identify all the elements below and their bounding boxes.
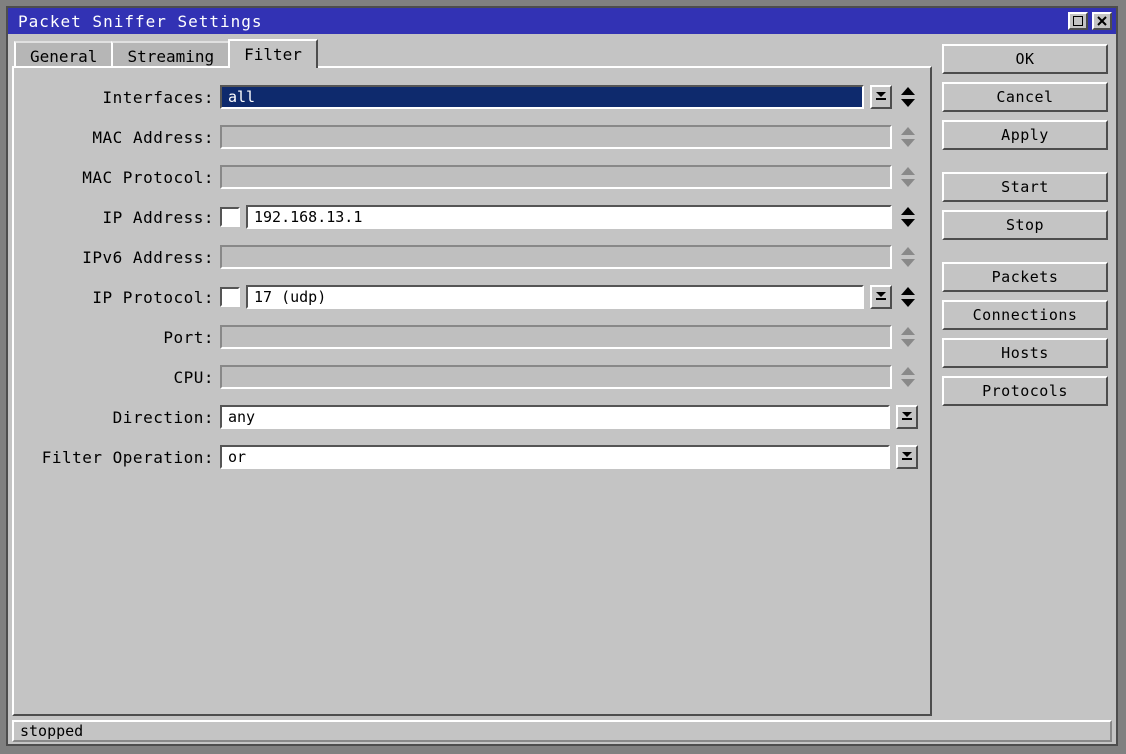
filter-operation-input[interactable]: or xyxy=(220,445,890,469)
label-mac-address: MAC Address: xyxy=(26,128,220,147)
dropdown-icon xyxy=(876,92,886,102)
settings-window: Packet Sniffer Settings General Streamin… xyxy=(6,6,1118,746)
ip-protocol-invert-checkbox[interactable] xyxy=(220,287,240,307)
mac-protocol-spinner[interactable] xyxy=(898,165,918,189)
dropdown-icon xyxy=(902,452,912,462)
spinner-down-icon xyxy=(901,257,915,267)
label-direction: Direction: xyxy=(26,408,220,427)
label-mac-protocol: MAC Protocol: xyxy=(26,168,220,187)
status-bar: stopped xyxy=(12,720,1112,742)
ipv6-address-spinner[interactable] xyxy=(898,245,918,269)
label-ip-protocol: IP Protocol: xyxy=(26,288,220,307)
hosts-button[interactable]: Hosts xyxy=(942,338,1108,368)
tab-body: Interfaces: all xyxy=(12,66,932,716)
apply-button[interactable]: Apply xyxy=(942,120,1108,150)
status-text: stopped xyxy=(20,722,83,740)
direction-dropdown-button[interactable] xyxy=(896,405,918,429)
dropdown-icon xyxy=(876,292,886,302)
label-filter-operation: Filter Operation: xyxy=(26,448,220,467)
content-area: General Streaming Filter Interfaces: all xyxy=(12,38,1112,716)
label-interfaces: Interfaces: xyxy=(26,88,220,107)
protocols-button[interactable]: Protocols xyxy=(942,376,1108,406)
cpu-spinner[interactable] xyxy=(898,365,918,389)
spinner-up-icon xyxy=(901,167,915,177)
dropdown-icon xyxy=(902,412,912,422)
titlebar: Packet Sniffer Settings xyxy=(8,8,1116,34)
mac-address-input[interactable] xyxy=(220,125,892,149)
direction-input[interactable]: any xyxy=(220,405,890,429)
ip-protocol-dropdown-button[interactable] xyxy=(870,285,892,309)
maximize-button[interactable] xyxy=(1068,12,1088,30)
spinner-up-icon xyxy=(901,247,915,257)
window-title: Packet Sniffer Settings xyxy=(12,12,1068,31)
row-interfaces: Interfaces: all xyxy=(26,84,918,110)
port-input[interactable] xyxy=(220,325,892,349)
ip-address-input[interactable]: 192.168.13.1 xyxy=(246,205,892,229)
close-icon xyxy=(1097,16,1107,26)
spinner-up-icon xyxy=(901,127,915,137)
interfaces-dropdown-button[interactable] xyxy=(870,85,892,109)
spinner-up-icon xyxy=(901,327,915,337)
spinner-down-icon xyxy=(901,297,915,307)
ipv6-address-input[interactable] xyxy=(220,245,892,269)
cpu-input[interactable] xyxy=(220,365,892,389)
filter-form: Interfaces: all xyxy=(26,84,918,470)
mac-address-spinner[interactable] xyxy=(898,125,918,149)
label-cpu: CPU: xyxy=(26,368,220,387)
tab-bar: General Streaming Filter xyxy=(14,38,932,66)
spinner-up-icon xyxy=(901,87,915,97)
ip-address-spinner[interactable] xyxy=(898,205,918,229)
row-direction: Direction: any xyxy=(26,404,918,430)
tab-filter[interactable]: Filter xyxy=(228,39,318,68)
action-button-column: OK Cancel Apply Start Stop Packets Conne… xyxy=(942,44,1108,406)
row-filter-operation: Filter Operation: or xyxy=(26,444,918,470)
spinner-down-icon xyxy=(901,137,915,147)
row-port: Port: xyxy=(26,324,918,350)
interfaces-spinner[interactable] xyxy=(898,85,918,109)
spinner-down-icon xyxy=(901,217,915,227)
port-spinner[interactable] xyxy=(898,325,918,349)
maximize-icon xyxy=(1073,16,1083,26)
label-port: Port: xyxy=(26,328,220,347)
label-ip-address: IP Address: xyxy=(26,208,220,227)
interfaces-input[interactable]: all xyxy=(220,85,864,109)
row-cpu: CPU: xyxy=(26,364,918,390)
spinner-down-icon xyxy=(901,177,915,187)
ok-button[interactable]: OK xyxy=(942,44,1108,74)
ip-protocol-spinner[interactable] xyxy=(898,285,918,309)
client-area: General Streaming Filter Interfaces: all xyxy=(8,34,1116,744)
spinner-down-icon xyxy=(901,337,915,347)
close-button[interactable] xyxy=(1092,12,1112,30)
packets-button[interactable]: Packets xyxy=(942,262,1108,292)
mac-protocol-input[interactable] xyxy=(220,165,892,189)
stop-button[interactable]: Stop xyxy=(942,210,1108,240)
label-ipv6-address: IPv6 Address: xyxy=(26,248,220,267)
cancel-button[interactable]: Cancel xyxy=(942,82,1108,112)
ip-address-invert-checkbox[interactable] xyxy=(220,207,240,227)
connections-button[interactable]: Connections xyxy=(942,300,1108,330)
spinner-down-icon xyxy=(901,97,915,107)
row-mac-protocol: MAC Protocol: xyxy=(26,164,918,190)
row-ip-protocol: IP Protocol: 17 (udp) xyxy=(26,284,918,310)
row-ipv6-address: IPv6 Address: xyxy=(26,244,918,270)
spinner-down-icon xyxy=(901,377,915,387)
spinner-up-icon xyxy=(901,287,915,297)
titlebar-buttons xyxy=(1068,12,1112,30)
ip-protocol-input[interactable]: 17 (udp) xyxy=(246,285,864,309)
tab-pane: General Streaming Filter Interfaces: all xyxy=(12,38,932,716)
spinner-up-icon xyxy=(901,367,915,377)
filter-operation-dropdown-button[interactable] xyxy=(896,445,918,469)
start-button[interactable]: Start xyxy=(942,172,1108,202)
row-mac-address: MAC Address: xyxy=(26,124,918,150)
spinner-up-icon xyxy=(901,207,915,217)
row-ip-address: IP Address: 192.168.13.1 xyxy=(26,204,918,230)
